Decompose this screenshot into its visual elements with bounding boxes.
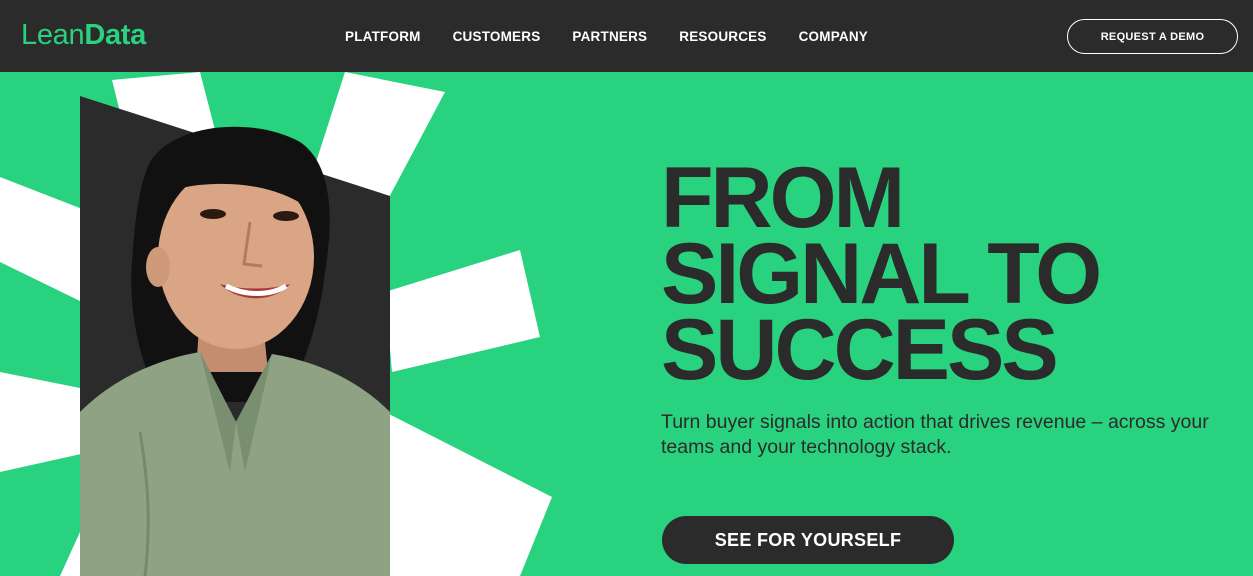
- nav-item-platform[interactable]: PLATFORM: [345, 29, 421, 44]
- leandata-logo[interactable]: LeanData: [21, 18, 146, 52]
- hero-subtext: Turn buyer signals into action that driv…: [661, 411, 1209, 458]
- hero-person-photo: [80, 96, 390, 576]
- headline-line-2: SIGNAL TO: [661, 226, 1102, 322]
- hero-headline: FROM SIGNAL TO SUCCESS: [661, 150, 1241, 398]
- logo-text-lean: Lean: [21, 19, 85, 51]
- see-for-yourself-button[interactable]: SEE FOR YOURSELF: [662, 516, 954, 564]
- logo-text-data: Data: [84, 19, 146, 51]
- nav-item-company[interactable]: COMPANY: [799, 29, 868, 44]
- nav-item-partners[interactable]: PARTNERS: [572, 29, 647, 44]
- headline-line-3: SUCCESS: [661, 302, 1059, 398]
- main-menu: PLATFORM CUSTOMERS PARTNERS RESOURCES CO…: [345, 0, 868, 72]
- request-demo-button[interactable]: REQUEST A DEMO: [1067, 19, 1238, 54]
- top-navigation-bar: LeanData PLATFORM CUSTOMERS PARTNERS RES…: [0, 0, 1253, 72]
- nav-item-customers[interactable]: CUSTOMERS: [453, 29, 541, 44]
- hero-section: FROM SIGNAL TO SUCCESS Turn buyer signal…: [0, 72, 1253, 576]
- nav-item-resources[interactable]: RESOURCES: [679, 29, 766, 44]
- headline-line-1: FROM: [661, 150, 905, 246]
